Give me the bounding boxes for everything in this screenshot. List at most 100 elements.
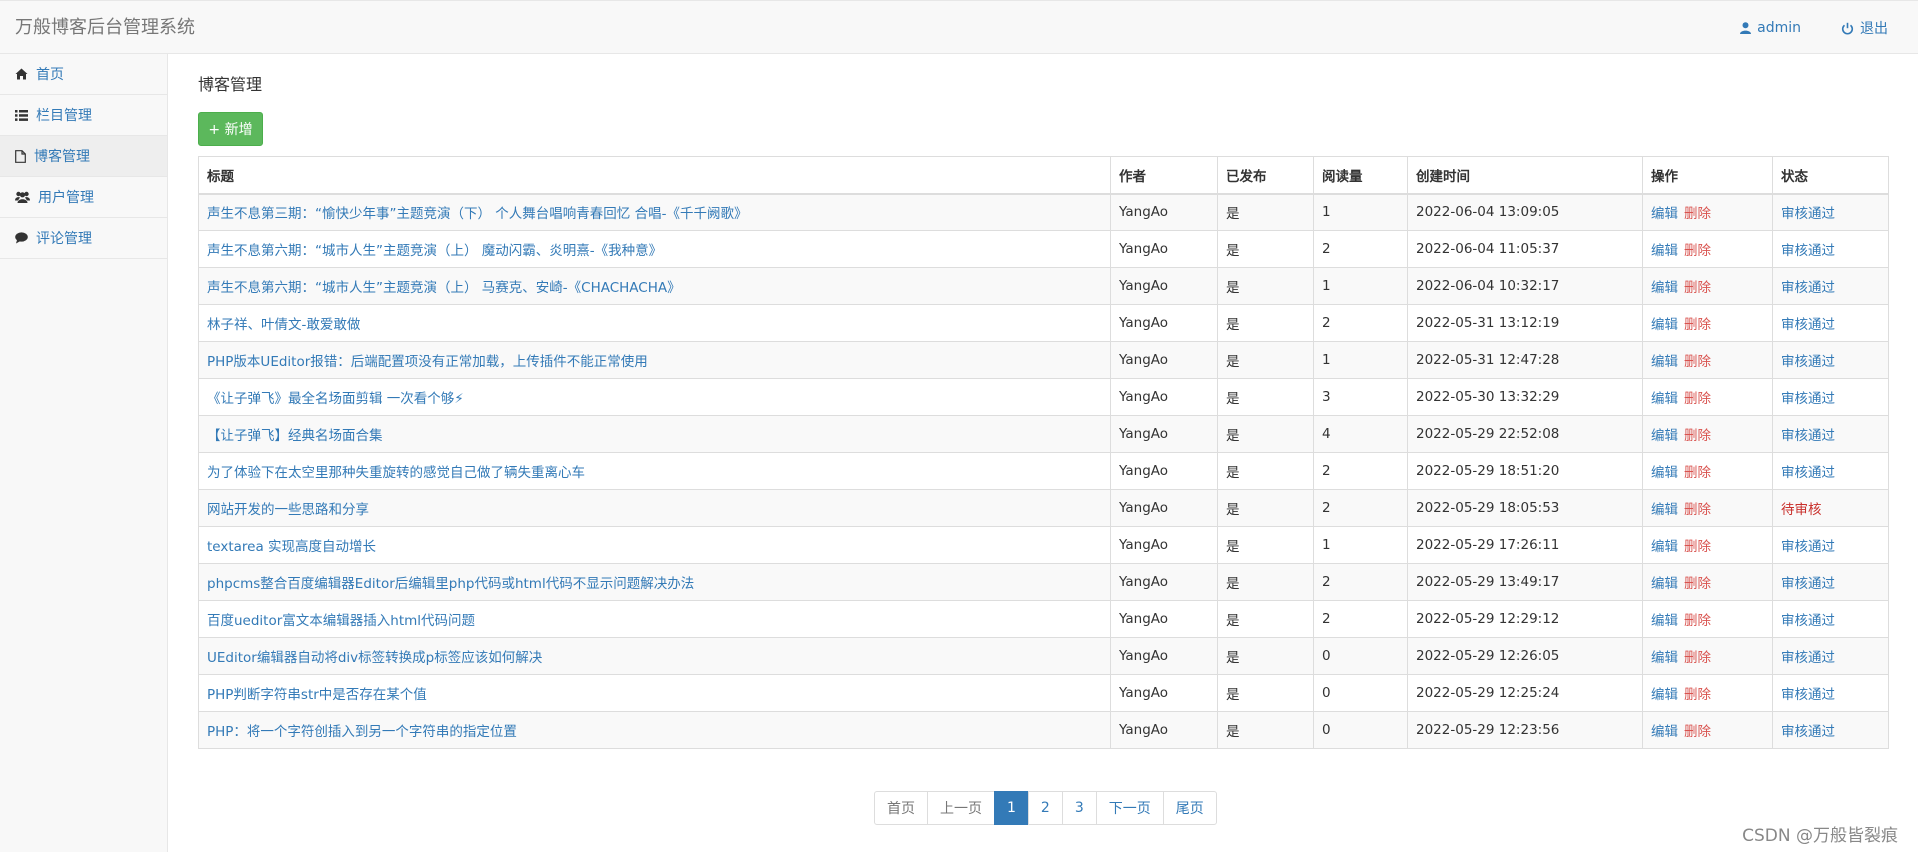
- delete-link[interactable]: 删除: [1684, 354, 1711, 370]
- edit-link[interactable]: 编辑: [1651, 428, 1678, 444]
- blog-title-link[interactable]: 声生不息第六期：“城市人生”主题竞演（上） 马赛克、安崎-《CHACHACHA》: [207, 280, 681, 296]
- pagination: 首页 上一页 1 2 3 下一页 尾页: [874, 791, 1217, 825]
- blog-title-link[interactable]: phpcms整合百度编辑器Editor后编辑里php代码或html代码不显示问题…: [207, 576, 694, 592]
- cell-status: 审核通过: [1772, 378, 1889, 416]
- sidebar-item-blogs[interactable]: 博客管理: [0, 136, 167, 177]
- edit-link[interactable]: 编辑: [1651, 391, 1678, 407]
- edit-link[interactable]: 编辑: [1651, 206, 1678, 222]
- csdn-watermark: CSDN @万般皆裂痕: [1742, 826, 1898, 846]
- edit-link[interactable]: 编辑: [1651, 613, 1678, 629]
- status-link[interactable]: 审核通过: [1781, 428, 1835, 444]
- cell-actions: 编辑 删除: [1642, 193, 1773, 231]
- column-header-author: 作者: [1110, 156, 1218, 195]
- sidebar-item-users[interactable]: 用户管理: [0, 177, 167, 218]
- cell-status: 审核通过: [1772, 304, 1889, 342]
- edit-link[interactable]: 编辑: [1651, 539, 1678, 555]
- edit-link[interactable]: 编辑: [1651, 243, 1678, 259]
- cell-published: 是: [1217, 489, 1314, 527]
- cell-views: 2: [1313, 563, 1408, 601]
- blog-title-link[interactable]: 网站开发的一些思路和分享: [207, 502, 369, 518]
- status-link[interactable]: 审核通过: [1781, 576, 1835, 592]
- sidebar-item-home[interactable]: 首页: [0, 54, 167, 95]
- delete-link[interactable]: 删除: [1684, 724, 1711, 740]
- page-link[interactable]: 2: [1027, 791, 1063, 825]
- blog-title-link[interactable]: 为了体验下在太空里那种失重旋转的感觉自己做了辆失重离心车: [207, 465, 585, 481]
- cell-published: 是: [1217, 304, 1314, 342]
- app-title[interactable]: 万般博客后台管理系统: [15, 1, 195, 55]
- navbar-right: admin 退出: [1740, 1, 1888, 55]
- blog-title-link[interactable]: PHP：将一个字符创插入到另一个字符串的指定位置: [207, 724, 517, 740]
- logout-link[interactable]: 退出: [1841, 18, 1888, 38]
- edit-link[interactable]: 编辑: [1651, 687, 1678, 703]
- blog-title-link[interactable]: PHP版本UEditor报错：后端配置项没有正常加载，上传插件不能正常使用: [207, 354, 648, 370]
- status-link[interactable]: 审核通过: [1781, 465, 1835, 481]
- sidebar-item-comments[interactable]: 评论管理: [0, 218, 167, 259]
- blog-title-link[interactable]: UEditor编辑器自动将div标签转换成p标签应该如何解决: [207, 650, 542, 666]
- cell-title: 网站开发的一些思路和分享: [198, 489, 1111, 527]
- delete-link[interactable]: 删除: [1684, 428, 1711, 444]
- edit-link[interactable]: 编辑: [1651, 317, 1678, 333]
- blog-title-link[interactable]: 林子祥、叶倩文-敢爱敢做: [207, 317, 360, 333]
- cell-views: 0: [1313, 674, 1408, 712]
- delete-link[interactable]: 删除: [1684, 687, 1711, 703]
- delete-link[interactable]: 删除: [1684, 280, 1711, 296]
- status-link[interactable]: 待审核: [1781, 502, 1822, 518]
- status-link[interactable]: 审核通过: [1781, 613, 1835, 629]
- cell-author: YangAo: [1110, 378, 1218, 416]
- status-link[interactable]: 审核通过: [1781, 687, 1835, 703]
- blog-title-link[interactable]: PHP判断字符串str中是否存在某个值: [207, 687, 427, 703]
- page-link[interactable]: 下一页: [1095, 791, 1164, 825]
- delete-link[interactable]: 删除: [1684, 650, 1711, 666]
- delete-link[interactable]: 删除: [1684, 206, 1711, 222]
- edit-link[interactable]: 编辑: [1651, 280, 1678, 296]
- user-menu[interactable]: admin: [1740, 20, 1801, 36]
- blog-title-link[interactable]: 百度ueditor富文本编辑器插入html代码问题: [207, 613, 475, 629]
- table-row: UEditor编辑器自动将div标签转换成p标签应该如何解决 YangAo 是 0 20…: [198, 637, 1889, 675]
- blog-title-link[interactable]: 声生不息第三期：“愉快少年事”主题竞演（下） 个人舞台唱响青春回忆 合唱-《千千…: [207, 206, 747, 222]
- edit-link[interactable]: 编辑: [1651, 502, 1678, 518]
- page-link[interactable]: 上一页: [927, 791, 995, 825]
- cell-status: 审核通过: [1772, 637, 1889, 675]
- status-link[interactable]: 审核通过: [1781, 354, 1835, 370]
- cell-views: 1: [1313, 267, 1408, 305]
- cell-actions: 编辑 删除: [1642, 600, 1773, 638]
- status-link[interactable]: 审核通过: [1781, 391, 1835, 407]
- cell-published: 是: [1217, 526, 1314, 564]
- status-link[interactable]: 审核通过: [1781, 280, 1835, 296]
- sidebar-item-categories[interactable]: 栏目管理: [0, 95, 167, 136]
- status-link[interactable]: 审核通过: [1781, 317, 1835, 333]
- delete-link[interactable]: 删除: [1684, 613, 1711, 629]
- edit-link[interactable]: 编辑: [1651, 650, 1678, 666]
- edit-link[interactable]: 编辑: [1651, 354, 1678, 370]
- blog-title-link[interactable]: 【让子弹飞】经典名场面合集: [207, 428, 383, 444]
- delete-link[interactable]: 删除: [1684, 539, 1711, 555]
- delete-link[interactable]: 删除: [1684, 465, 1711, 481]
- edit-link[interactable]: 编辑: [1651, 576, 1678, 592]
- status-link[interactable]: 审核通过: [1781, 539, 1835, 555]
- page-link[interactable]: 尾页: [1162, 791, 1217, 825]
- status-link[interactable]: 审核通过: [1781, 724, 1835, 740]
- delete-link[interactable]: 删除: [1684, 576, 1711, 592]
- table-row: 网站开发的一些思路和分享 YangAo 是 2 2022-05-29 18:05:53 编…: [198, 489, 1889, 527]
- status-link[interactable]: 审核通过: [1781, 650, 1835, 666]
- page-link[interactable]: 1: [994, 791, 1029, 825]
- cell-actions: 编辑 删除: [1642, 341, 1773, 379]
- cell-title: 林子祥、叶倩文-敢爱敢做: [198, 304, 1111, 342]
- page-link[interactable]: 首页: [874, 791, 928, 825]
- edit-link[interactable]: 编辑: [1651, 465, 1678, 481]
- blog-title-link[interactable]: 声生不息第六期：“城市人生”主题竞演（上） 魔动闪霸、炎明熹-《我种意》: [207, 243, 662, 259]
- delete-link[interactable]: 删除: [1684, 243, 1711, 259]
- edit-link[interactable]: 编辑: [1651, 724, 1678, 740]
- delete-link[interactable]: 删除: [1684, 391, 1711, 407]
- add-blog-button[interactable]: + 新增: [198, 112, 263, 146]
- page-link[interactable]: 3: [1061, 791, 1097, 825]
- blog-title-link[interactable]: 《让子弹飞》最全名场面剪辑 一次看个够⚡: [207, 391, 464, 407]
- status-link[interactable]: 审核通过: [1781, 206, 1835, 222]
- blog-title-link[interactable]: textarea 实现高度自动增长: [207, 539, 376, 555]
- status-link[interactable]: 审核通过: [1781, 243, 1835, 259]
- cell-status: 审核通过: [1772, 415, 1889, 453]
- delete-link[interactable]: 删除: [1684, 317, 1711, 333]
- cell-created: 2022-05-29 12:29:12: [1407, 600, 1643, 638]
- delete-link[interactable]: 删除: [1684, 502, 1711, 518]
- cell-created: 2022-05-30 13:32:29: [1407, 378, 1643, 416]
